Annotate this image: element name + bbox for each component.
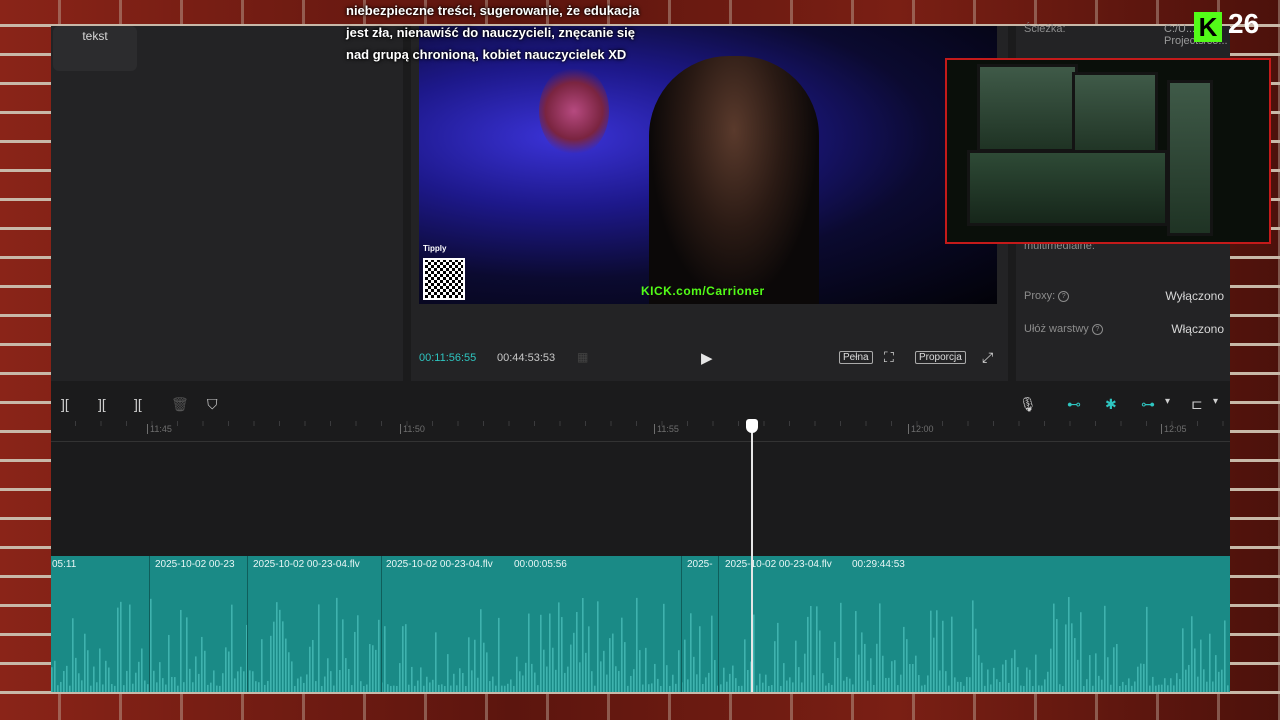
preview-video: Tipply KICK.com/Carrioner: [419, 26, 997, 304]
playhead-handle[interactable]: [746, 419, 758, 433]
tick-label: 11:45: [147, 424, 172, 434]
clip-label: 2025-10-02 00-23-04.flv: [386, 559, 493, 570]
layers-value[interactable]: Włączono: [1171, 322, 1224, 336]
player-controls: 00:11:56:55 00:44:53:53 ▦ ▶ Pełna ⛶ Prop…: [419, 348, 999, 370]
clip-label: 00:29:44:53: [852, 559, 905, 570]
clip-label: 00:00:05:56: [514, 559, 567, 570]
media-panel: tekst: [51, 26, 403, 381]
kick-follower-count: 26: [1228, 8, 1260, 39]
subtitle-line: niebezpieczne treści, sugerowanie, że ed…: [346, 3, 640, 18]
current-time: 00:11:56:55: [419, 352, 477, 364]
subtitle-line: nad grupą chronioną, kobiet nauczycielek…: [346, 47, 627, 62]
proxy-label: Proxy:?: [1024, 290, 1070, 302]
fullscreen-icon[interactable]: ⤢: [982, 349, 993, 366]
path-label: Ścieżka:: [1024, 23, 1066, 35]
tipply-label: Tipply: [423, 244, 447, 253]
split-icon[interactable]: ][: [61, 396, 69, 412]
streamer-figure: [649, 56, 819, 304]
linkage-icon[interactable]: ⊶: [1141, 396, 1155, 413]
clip-label: 2025-10-02 00-23-04.flv: [725, 559, 832, 570]
grid-icon[interactable]: ▦: [577, 350, 595, 366]
qr-code: [423, 258, 465, 300]
clip-divider: [381, 556, 382, 692]
proxy-value[interactable]: Wyłączono: [1165, 289, 1224, 303]
trim-left-icon[interactable]: ][: [98, 396, 106, 412]
window-pane: [977, 64, 1078, 152]
window-pane: [1072, 72, 1158, 158]
marker-icon[interactable]: ⛉: [207, 396, 218, 413]
aspect-ratio-button[interactable]: Proporcja: [915, 351, 966, 364]
preview-axis-icon[interactable]: ⊏: [1191, 396, 1203, 413]
tick-label: 11:50: [400, 424, 425, 434]
clip-label: 2025-10-02 00-23: [155, 559, 235, 570]
tick-label: 11:55: [654, 424, 679, 434]
clip-divider: [247, 556, 248, 692]
chevron-down-icon[interactable]: ▾: [1165, 396, 1170, 407]
clip-divider: [681, 556, 682, 692]
play-button[interactable]: ▶: [701, 349, 713, 367]
info-icon: ?: [1058, 290, 1070, 302]
layers-label: Ułóż warstwy?: [1024, 323, 1103, 335]
clip-divider: [149, 556, 150, 692]
microphone-icon[interactable]: 🎙: [1019, 396, 1037, 413]
chevron-down-icon[interactable]: ▾: [1213, 396, 1218, 407]
window-pane: [1167, 80, 1213, 236]
playhead[interactable]: [746, 419, 758, 692]
kick-url-overlay: KICK.com/Carrioner: [641, 284, 765, 298]
clip-label: 2025-10-02 00-23-04.flv: [253, 559, 360, 570]
focus-icon[interactable]: ⛶: [884, 349, 894, 366]
info-icon: ?: [1091, 323, 1103, 335]
full-quality-button[interactable]: Pełna: [839, 351, 873, 364]
tick-label: 12:05: [1161, 424, 1187, 434]
webcam-overlay: [945, 58, 1271, 244]
tick-label: 12:00: [908, 424, 934, 434]
subtitle-overlay: niebezpieczne treści, sugerowanie, że ed…: [346, 0, 696, 66]
total-time: 00:44:53:53: [497, 352, 556, 364]
timeline-ruler[interactable]: 11:45 11:50 11:55 12:00 12:05: [51, 421, 1230, 442]
subtitle-line: jest zła, nienawiść do nauczycieli, znęc…: [346, 25, 636, 40]
delete-icon[interactable]: 🗑: [171, 396, 189, 413]
trim-right-icon[interactable]: ][: [134, 396, 142, 412]
background-lamp: [539, 66, 609, 156]
clip-label: 05:11: [52, 559, 77, 570]
snap-icon[interactable]: ✱: [1105, 396, 1117, 413]
audio-waveform: [51, 597, 1229, 692]
timeline-toolbar: ][ ][ ][ 🗑 ⛉ 🎙 ⊷ ✱ ⊶ ▾ ⊏ ▾: [51, 391, 1230, 419]
kick-logo-icon: K: [1194, 12, 1222, 42]
audio-track[interactable]: 05:11 2025-10-02 00-23 2025-10-02 00-23-…: [51, 556, 1230, 692]
window-pane: [967, 150, 1168, 226]
tab-tekst[interactable]: tekst: [53, 26, 137, 71]
link-clips-icon[interactable]: ⊷: [1067, 396, 1081, 413]
preview-player: Tipply KICK.com/Carrioner 00:11:56:55 00…: [411, 26, 1008, 381]
clip-label: 2025-: [687, 559, 713, 570]
clip-divider: [718, 556, 719, 692]
